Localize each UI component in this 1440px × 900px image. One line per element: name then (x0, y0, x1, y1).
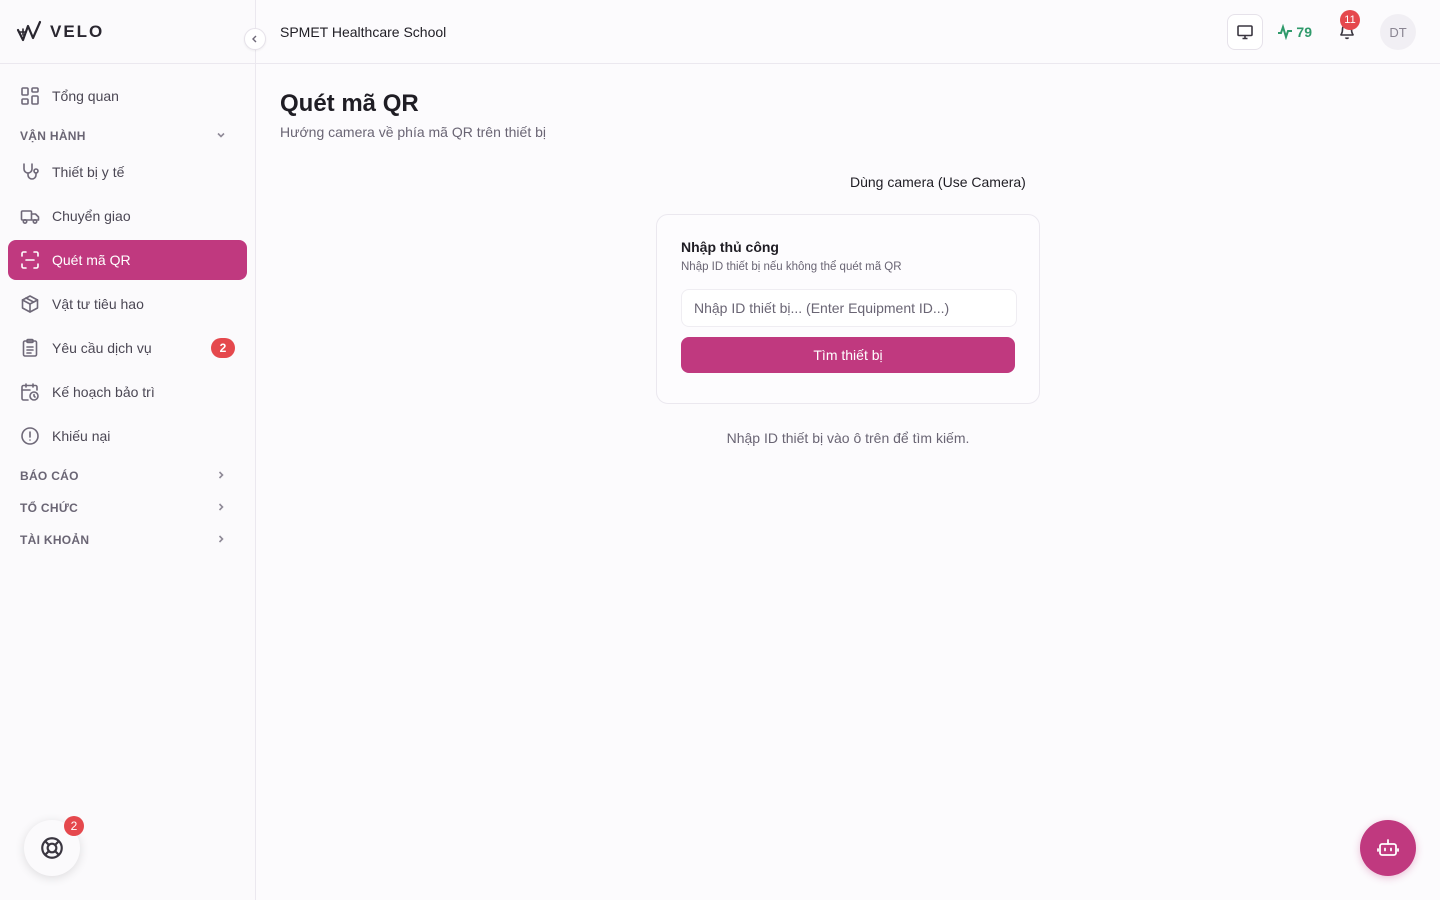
section-label: VẬN HÀNH (20, 129, 86, 143)
search-hint: Nhập ID thiết bị vào ô trên để tìm kiếm. (726, 430, 970, 446)
sidebar-item-label: Kế hoạch bảo trì (52, 384, 155, 400)
manual-entry-title: Nhập thủ công (681, 239, 779, 255)
avatar[interactable]: DT (1380, 14, 1416, 50)
chevron-right-icon (215, 501, 227, 516)
sidebar-item-qr-scan[interactable]: Quét mã QR (8, 240, 247, 280)
dashboard-icon (20, 86, 40, 106)
collapse-sidebar-button[interactable] (244, 28, 266, 50)
truck-icon (20, 206, 40, 226)
activity-score[interactable]: 79 (1277, 24, 1312, 40)
sidebar-item-label: Quét mã QR (52, 252, 131, 268)
stethoscope-icon (20, 162, 40, 182)
section-label: BÁO CÁO (20, 469, 79, 483)
sidebar-item-label: Thiết bị y tế (52, 164, 125, 180)
section-tai-khoan[interactable]: TÀI KHOẢN (8, 524, 247, 556)
notifications-button[interactable]: 11 (1338, 10, 1360, 42)
section-bao-cao[interactable]: BÁO CÁO (8, 460, 247, 492)
section-label: TÀI KHOẢN (20, 533, 90, 547)
scan-icon (20, 250, 40, 270)
activity-icon (1278, 24, 1293, 40)
help-badge: 2 (64, 816, 84, 836)
sidebar-item-service-requests[interactable]: Yêu cầu dịch vụ 2 (8, 328, 247, 368)
sidebar-item-label: Chuyển giao (52, 208, 131, 224)
sidebar-item-maintenance-plan[interactable]: Kế hoạch bảo trì (8, 372, 247, 412)
brand[interactable]: VELO (0, 0, 255, 64)
service-requests-badge: 2 (211, 338, 235, 358)
sidebar-nav: Tổng quan VẬN HÀNH Thiết bị y tế Chuyển … (0, 64, 255, 556)
sidebar-item-label: Yêu cầu dịch vụ (52, 340, 152, 356)
chevron-down-icon (215, 129, 227, 144)
manual-entry-card: Nhập thủ công Nhập ID thiết bị nếu không… (656, 214, 1040, 404)
sidebar-item-medical-devices[interactable]: Thiết bị y tế (8, 152, 247, 192)
sidebar-item-label: Tổng quan (52, 88, 119, 104)
equipment-id-input[interactable] (681, 289, 1017, 327)
chevron-left-icon (252, 35, 257, 43)
section-to-chuc[interactable]: TỔ CHỨC (8, 492, 247, 524)
score-value: 79 (1296, 24, 1312, 40)
monitor-icon (1237, 25, 1254, 40)
sidebar: VELO Tổng quan VẬN HÀNH Thiết bị y tế Ch… (0, 0, 256, 900)
section-label: TỔ CHỨC (20, 501, 79, 515)
brand-name: VELO (50, 21, 105, 41)
notification-badge: 11 (1340, 10, 1360, 30)
lifebuoy-icon (41, 837, 63, 859)
calendar-clock-icon (20, 382, 40, 402)
display-mode-button[interactable] (1227, 14, 1264, 50)
alert-circle-icon (20, 426, 40, 446)
clipboard-icon (20, 338, 40, 358)
sidebar-item-consumables[interactable]: Vật tư tiêu hao (8, 284, 247, 324)
assistant-bot-button[interactable] (1360, 820, 1416, 876)
page-subtitle: Hướng camera về phía mã QR trên thiết bị (280, 124, 546, 140)
find-equipment-button[interactable]: Tìm thiết bị (681, 337, 1015, 373)
sidebar-item-transfer[interactable]: Chuyển giao (8, 196, 247, 236)
chevron-right-icon (215, 469, 227, 484)
sidebar-item-complaints[interactable]: Khiếu nại (8, 416, 247, 456)
sidebar-item-label: Vật tư tiêu hao (52, 296, 144, 312)
help-button[interactable]: 2 (24, 816, 84, 876)
page-title: Quét mã QR (280, 90, 419, 117)
velo-logo-icon (16, 20, 42, 41)
top-header: SPMET Healthcare School 79 11 DT (256, 0, 1440, 64)
bot-icon (1377, 839, 1399, 856)
manual-entry-description: Nhập ID thiết bị nếu không thể quét mã Q… (681, 261, 902, 273)
sidebar-item-overview[interactable]: Tổng quan (8, 76, 247, 116)
use-camera-button[interactable]: Dùng camera (Use Camera) (850, 174, 1026, 190)
sidebar-item-label: Khiếu nại (52, 428, 111, 444)
organization-name: SPMET Healthcare School (280, 23, 447, 40)
box-icon (20, 294, 40, 314)
section-van-hanh[interactable]: VẬN HÀNH (8, 120, 247, 152)
chevron-right-icon (215, 533, 227, 548)
header-actions: 79 11 DT (1227, 10, 1416, 50)
